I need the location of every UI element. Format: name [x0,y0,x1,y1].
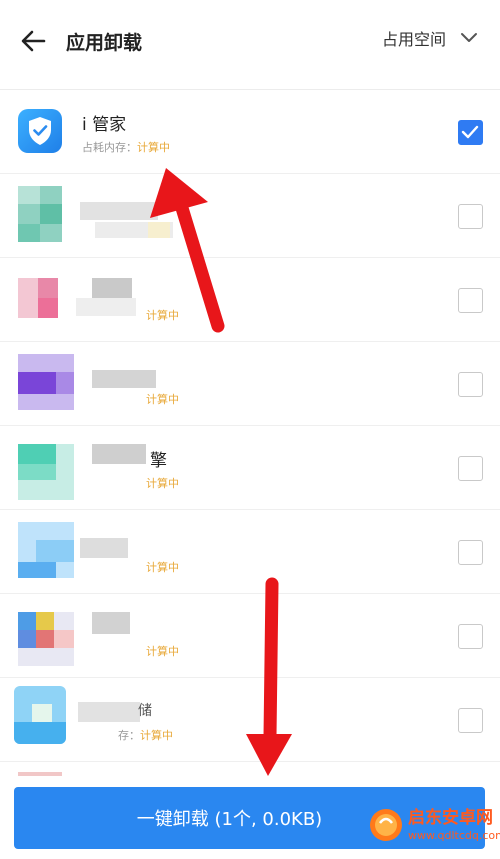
app-checkbox[interactable] [458,288,483,313]
top-bar: 应用卸载 占用空间 [0,0,500,86]
app-checkbox[interactable] [458,708,483,733]
blurred-app-name [92,612,130,634]
app-name: i 管家 [82,115,127,135]
app-checkbox[interactable] [458,624,483,649]
sort-label: 占用空间 [381,30,446,49]
app-name: 储 [138,703,152,719]
memory-value: 计算中 [137,141,170,154]
memory-label: 存： [118,729,140,742]
app-row[interactable]: 计算中 [0,594,500,678]
memory-label: 占耗内存： [82,141,137,154]
shield-icon [18,109,62,153]
memory-usage: 计算中 [146,391,179,407]
sort-dropdown[interactable]: 占用空间 [382,26,478,50]
blurred-app-icon [18,444,74,500]
memory-usage: 占耗内存：计算中 [82,139,170,155]
blurred-app-name [92,444,146,464]
blurred-app-name [92,278,132,298]
app-row[interactable]: 计算中 [0,258,500,342]
back-arrow-icon[interactable] [18,26,48,56]
blurred-app-name [78,702,140,722]
blurred-app-name [80,202,158,220]
memory-value: 计算中 [146,561,179,574]
app-uninstall-screen: 应用卸载 占用空间 i 管家 占耗内存：计算中 计算中 计算中 擎 计算中 计算… [0,0,500,859]
blurred-app-name [80,538,128,558]
app-checkbox[interactable] [458,204,483,229]
chevron-down-icon [461,33,477,42]
memory-usage: 存：计算中 [118,727,173,743]
app-checkbox[interactable] [458,456,483,481]
memory-value: 计算中 [146,309,179,322]
app-checkbox[interactable] [458,120,483,145]
memory-usage: 计算中 [146,643,179,659]
partial-app-row [18,772,62,776]
blurred-app-name [92,370,156,388]
app-row[interactable]: 计算中 [0,342,500,426]
app-row[interactable]: 计算中 [0,510,500,594]
blurred-app-icon [18,278,58,318]
app-row[interactable]: 储 存：计算中 [0,678,500,762]
memory-usage: 计算中 [146,475,179,491]
app-checkbox[interactable] [458,372,483,397]
page-title: 应用卸载 [66,32,143,54]
memory-usage: 计算中 [146,307,179,323]
app-name: 擎 [150,451,167,471]
memory-value: 计算中 [146,393,179,406]
blurred-app-icon [18,612,74,666]
app-row[interactable] [0,174,500,258]
app-row[interactable]: 擎 计算中 [0,426,500,510]
memory-value: 计算中 [140,729,173,742]
watermark-url: www.qdltcdq.com [408,829,500,842]
memory-usage: 计算中 [146,559,179,575]
checkmark-icon [461,125,479,139]
app-checkbox[interactable] [458,540,483,565]
watermark-brand: 启东安卓网 [408,808,493,828]
memory-value: 计算中 [146,477,179,490]
blurred-app-icon [18,354,74,410]
blurred-app-icon [18,522,74,578]
app-row[interactable]: i 管家 占耗内存：计算中 [0,90,500,174]
blurred-app-icon [14,686,66,744]
memory-value: 计算中 [146,645,179,658]
uninstall-label: 一键卸载 (1个, 0.0KB) [136,809,323,830]
blurred-app-icon [18,186,62,242]
